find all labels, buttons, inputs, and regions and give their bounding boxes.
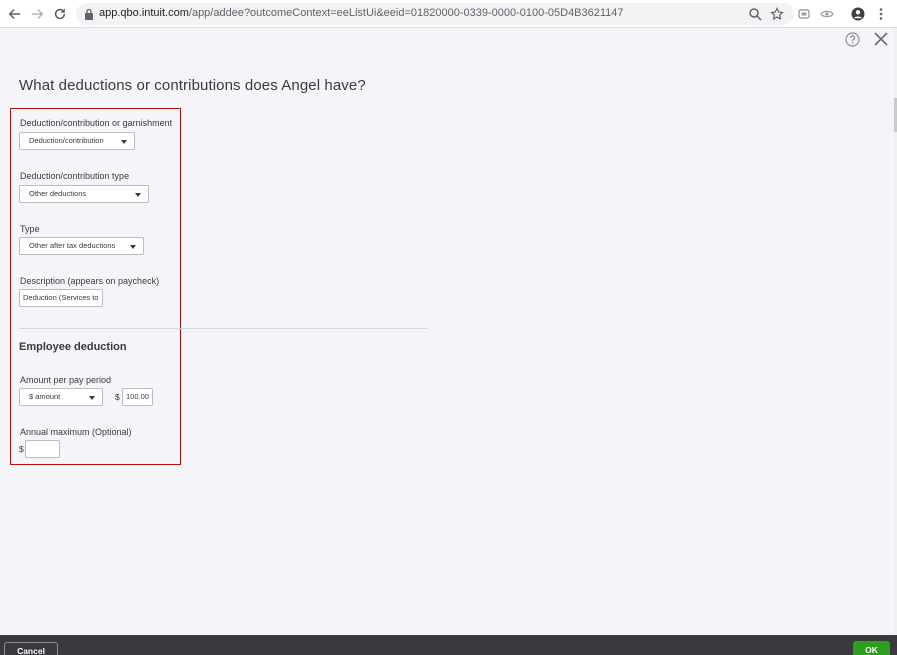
employee-deduction-heading: Employee deduction (19, 341, 127, 353)
type-dropdown[interactable]: Other after tax deductions (19, 237, 144, 255)
amount-type-dropdown[interactable]: $ amount (19, 388, 103, 406)
description-input[interactable]: Deduction (Services to (19, 289, 103, 307)
amount-currency-symbol: $ (115, 392, 120, 402)
forward-arrow-icon (31, 9, 44, 19)
chevron-down-icon (121, 140, 127, 144)
reload-icon (54, 8, 66, 20)
zoom-icon[interactable] (748, 7, 762, 21)
annual-maximum-label: Annual maximum (Optional) (20, 427, 132, 437)
type-value: Other after tax deductions (29, 241, 116, 250)
amount-per-pay-period-label: Amount per pay period (20, 375, 112, 385)
address-bar[interactable]: app.qbo.intuit.com/app/addee?outcomeCont… (76, 3, 794, 25)
url-host: app.qbo.intuit.com (99, 7, 189, 19)
deduction-type-dropdown[interactable]: Other deductions (19, 185, 149, 203)
deduction-type-value: Other deductions (29, 189, 87, 198)
bookmark-star-icon[interactable] (770, 7, 784, 21)
description-label: Description (appears on paycheck) (20, 276, 160, 286)
type-label: Type (20, 224, 40, 234)
close-icon[interactable] (873, 31, 889, 47)
deduction-category-dropdown[interactable]: Deduction/contribution (19, 132, 135, 150)
reload-button[interactable] (51, 5, 69, 23)
profile-avatar-icon[interactable] (851, 7, 865, 21)
deduction-category-label: Deduction/contribution or garnishment (20, 118, 173, 128)
forward-button[interactable] (28, 5, 46, 23)
annual-max-currency-symbol: $ (19, 444, 24, 454)
section-divider (19, 328, 428, 329)
chevron-down-icon (135, 193, 141, 197)
eye-extension-icon[interactable] (820, 7, 834, 21)
deduction-type-label: Deduction/contribution type (20, 171, 130, 181)
browser-toolbar: app.qbo.intuit.com/app/addee?outcomeCont… (0, 0, 897, 28)
ok-button[interactable]: OK (853, 641, 890, 655)
lock-icon (85, 8, 93, 20)
help-icon[interactable] (845, 32, 860, 47)
back-arrow-icon (8, 9, 21, 19)
url-path: /app/addee?outcomeContext=eeListUi&eeid=… (188, 7, 624, 19)
back-button[interactable] (6, 5, 24, 23)
url-text: app.qbo.intuit.com/app/addee?outcomeCont… (99, 7, 624, 19)
cancel-button[interactable]: Cancel (4, 642, 58, 655)
highlight-annotation-box (10, 108, 181, 465)
amount-input[interactable]: 100.00 (122, 388, 153, 406)
chevron-down-icon (130, 245, 136, 249)
footer-bar (0, 635, 897, 655)
annual-maximum-input[interactable] (25, 440, 60, 458)
amount-type-value: $ amount (29, 392, 61, 401)
chevron-down-icon (89, 396, 95, 400)
extension-icon[interactable] (797, 7, 811, 21)
page-title: What deductions or contributions does An… (19, 77, 366, 94)
browser-menu-icon[interactable] (874, 7, 888, 21)
deduction-category-value: Deduction/contribution (29, 136, 104, 145)
